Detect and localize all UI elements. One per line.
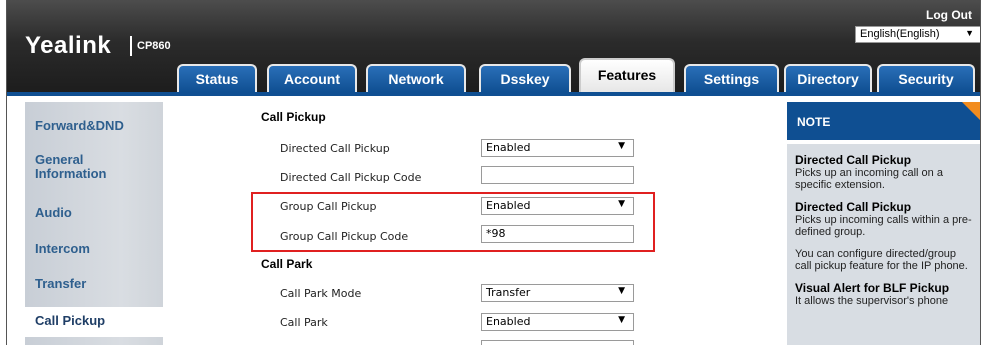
yealink-logo: Yealink [25,32,112,59]
note-entry-heading: Visual Alert for BLF Pickup [795,281,950,295]
header: Yealink CP860 Log Out English(English) ▼… [7,0,980,93]
note-entry: Directed Call Pickup Picks up an incomin… [795,154,972,191]
note-title: NOTE [787,102,980,140]
web-ui-frame: Yealink CP860 Log Out English(English) ▼… [6,0,981,345]
language-select[interactable]: English(English) ▼ [855,26,980,43]
call-park-mode-label: Call Park Mode [280,287,362,300]
note-panel: NOTE Directed Call Pickup Picks up an in… [787,102,980,345]
note-entry-heading: Directed Call Pickup [795,200,912,214]
note-entry-text: Picks up incoming calls within a pre-def… [795,214,972,238]
call-park-mode-select[interactable]: Transfer ▼ [481,284,634,302]
note-entry-text: It allows the supervisor's phone [795,295,949,307]
logout-link[interactable]: Log Out [926,8,972,22]
note-corner-decoration [962,102,980,122]
call-park-label: Call Park [280,316,328,329]
tab-status[interactable]: Status [177,64,257,92]
sidebar-item-general-information[interactable]: General Information [35,153,145,181]
tab-account[interactable]: Account [267,64,357,92]
call-park-section-title: Call Park [261,257,313,271]
dropdown-arrow-icon: ▼ [618,286,625,296]
note-entry-heading: Directed Call Pickup [795,153,912,167]
tab-directory[interactable]: Directory [784,64,872,92]
tab-settings[interactable]: Settings [684,64,779,92]
sidebar-item-intercom[interactable]: Intercom [35,242,90,256]
sidebar-item-forward-dnd[interactable]: Forward&DND [35,119,124,133]
model-name: CP860 [137,40,171,52]
directed-call-pickup-select[interactable]: Enabled ▼ [481,139,634,157]
call-park-select[interactable]: Enabled ▼ [481,313,634,331]
note-entry: Directed Call Pickup Picks up incoming c… [795,201,972,238]
tab-dsskey[interactable]: Dsskey [479,64,571,92]
highlight-box [251,192,655,252]
call-park-mode-value: Transfer [486,286,531,299]
sidebar-item-audio[interactable]: Audio [35,206,72,220]
main-tabs: Status Account Network Dsskey Features S… [7,58,980,93]
note-body: Directed Call Pickup Picks up an incomin… [787,144,980,345]
directed-call-pickup-value: Enabled [486,141,531,154]
tab-security[interactable]: Security [877,64,975,92]
note-entry-text: You can configure directed/group call pi… [795,248,968,272]
directed-call-pickup-code-label: Directed Call Pickup Code [280,171,422,184]
sidebar-item-call-pickup[interactable]: Call Pickup [35,314,105,328]
note-entry: Visual Alert for BLF Pickup It allows th… [795,282,972,307]
next-field-partial[interactable] [481,340,634,345]
tab-underline-bar [7,92,980,96]
note-entry-text: Picks up an incoming call on a specific … [795,167,943,191]
dropdown-arrow-icon: ▼ [965,28,974,38]
tab-network[interactable]: Network [366,64,466,92]
note-entry: You can configure directed/group call pi… [795,248,972,272]
call-pickup-section-title: Call Pickup [261,110,326,124]
logo-separator [130,36,132,56]
dropdown-arrow-icon: ▼ [618,315,625,325]
call-park-value: Enabled [486,315,531,328]
directed-call-pickup-code-input[interactable] [481,166,634,184]
tab-features[interactable]: Features [579,58,675,93]
directed-call-pickup-label: Directed Call Pickup [280,142,390,155]
dropdown-arrow-icon: ▼ [618,141,625,151]
sidebar: Forward&DND General Information Audio In… [25,102,165,345]
sidebar-item-transfer[interactable]: Transfer [35,277,86,291]
language-value: English(English) [860,28,940,40]
